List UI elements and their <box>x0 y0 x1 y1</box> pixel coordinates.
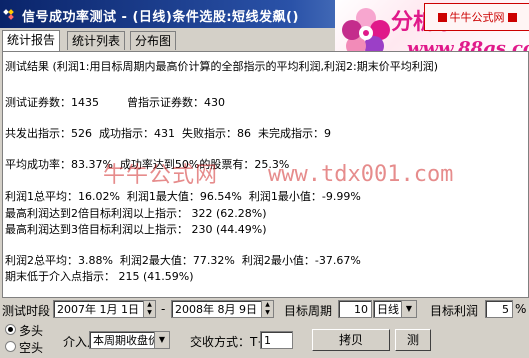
report-line: 利润1总平均：16.02% 利润1最大值：96.54% 利润1最小值：-9.99… <box>5 190 361 203</box>
report-text-area[interactable]: 测试结果 (利润1:用目标周期内最高价计算的全部指示的平均利润,利润2:期末价平… <box>2 51 529 298</box>
window-title: 信号成功率测试 - (日线)条件选股:短线发飙() <box>22 10 299 25</box>
target-period-input[interactable]: 10 <box>338 300 372 318</box>
app-icon <box>3 9 14 20</box>
start-date-spinner[interactable]: ▲ ▼ <box>143 301 155 317</box>
tab-report[interactable]: 统计报告 <box>2 30 61 51</box>
percent-label: % <box>515 302 527 316</box>
end-date-value: 2008年 8月 9日 <box>175 303 257 316</box>
report-line: 期末低于介入点指示： 215 (41.59%) <box>5 270 194 283</box>
target-profit-label: 目标利润 <box>430 304 479 318</box>
entry-point-select[interactable]: 本周期收盘价 ▼ <box>89 331 170 349</box>
start-date-value: 2007年 1月 1日 <box>57 303 139 316</box>
target-period-label: 目标周期 <box>284 304 333 318</box>
report-line: 测试结果 (利润1:用目标周期内最高价计算的全部指示的平均利润,利润2:期末价平… <box>5 60 438 73</box>
short-label: 空头 <box>19 341 44 355</box>
start-date-picker[interactable]: 2007年 1月 1日 ▲ ▼ <box>53 300 156 318</box>
report-line: 最高利润达到2倍目标利润以上指示： 322 (62.28%) <box>5 207 267 220</box>
stamp-square-icon <box>507 12 517 22</box>
end-date-spinner[interactable]: ▲ ▼ <box>261 301 273 317</box>
tab-distribution[interactable]: 分布图 <box>130 31 177 50</box>
chevron-down-icon[interactable]: ▼ <box>401 301 416 317</box>
test-button[interactable]: 测 <box>395 329 431 351</box>
date-range-dash: - <box>161 302 166 316</box>
stamp-text: 牛牛公式网 <box>449 11 505 24</box>
period-unit-value: 日线 <box>377 303 399 316</box>
watermark-stamp: 牛牛公式网 <box>424 3 529 31</box>
copy-button[interactable]: 拷贝 <box>312 329 390 351</box>
long-radio[interactable] <box>5 324 16 335</box>
test-period-label: 测试时段 <box>2 304 51 318</box>
watermark-url: www.tdx001.com <box>268 162 454 187</box>
watermark-chinese: 牛牛公式网 <box>103 163 219 188</box>
entry-point-value: 本周期收盘价 <box>93 334 159 347</box>
trade-mode-label: 交收方式：T+ <box>190 335 268 349</box>
report-line: 共发出指示：526 成功指示：431 失败指示：86 未完成指示：9 <box>5 127 331 140</box>
stamp-square-icon <box>437 12 447 22</box>
report-line: 利润2总平均：3.88% 利润2最大值：77.32% 利润2最小值：-37.67… <box>5 254 361 267</box>
period-unit-select[interactable]: 日线 ▼ <box>373 300 417 318</box>
tab-list[interactable]: 统计列表 <box>67 31 126 50</box>
short-radio[interactable] <box>5 341 16 352</box>
end-date-picker[interactable]: 2008年 8月 9日 ▲ ▼ <box>171 300 274 318</box>
long-label: 多头 <box>19 324 44 338</box>
report-line: 最高利润达到3倍目标利润以上指示： 230 (44.49%) <box>5 223 267 236</box>
report-line: 测试证券数：1435 曾指示证券数：430 <box>5 96 225 109</box>
target-profit-input[interactable]: 5 <box>485 300 513 318</box>
trade-mode-input[interactable]: 1 <box>260 331 293 349</box>
chevron-down-icon[interactable]: ▼ <box>154 332 169 348</box>
